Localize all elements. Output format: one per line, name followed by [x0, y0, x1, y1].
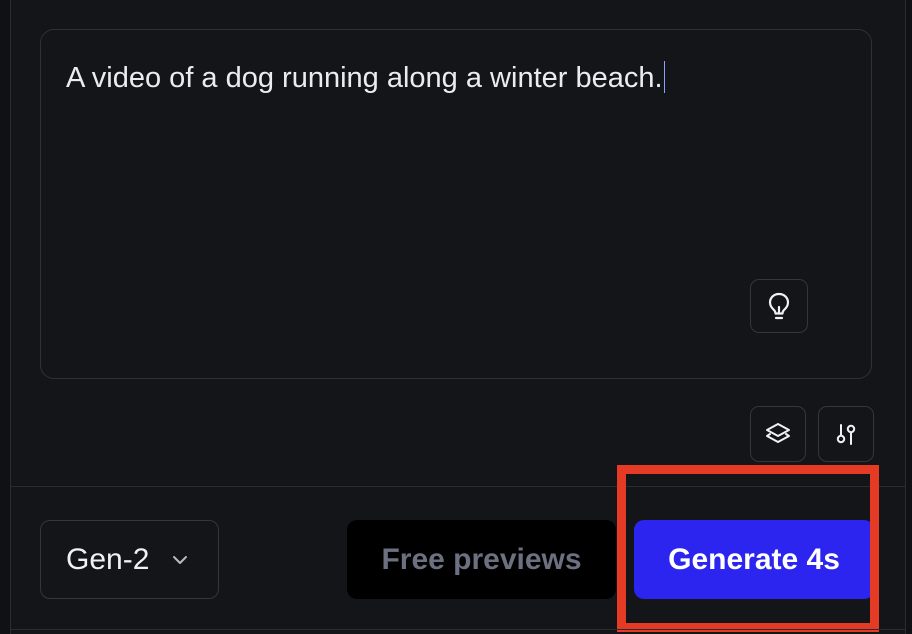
prompt-text: A video of a dog running along a winter … — [66, 62, 663, 94]
chevron-down-icon — [171, 554, 189, 566]
settings-sliders-icon — [832, 420, 860, 448]
settings-button[interactable] — [818, 406, 874, 462]
model-select[interactable]: Gen-2 — [40, 520, 219, 599]
text-caret — [663, 61, 666, 93]
free-previews-button[interactable]: Free previews — [347, 520, 616, 599]
model-label: Gen-2 — [66, 542, 150, 576]
bottom-divider — [10, 629, 906, 630]
highlight-outline — [617, 465, 879, 632]
prompt-text-wrapper: A video of a dog running along a winter … — [66, 60, 666, 96]
free-previews-label: Free previews — [381, 542, 582, 576]
left-panel-edge — [0, 0, 11, 634]
prompt-textarea[interactable]: A video of a dog running along a winter … — [40, 29, 872, 379]
prompt-tips-button[interactable] — [750, 279, 808, 333]
right-panel-edge — [905, 0, 912, 634]
lightbulb-icon — [766, 291, 792, 321]
generation-panel: A video of a dog running along a winter … — [0, 0, 912, 634]
layers-button[interactable] — [750, 406, 806, 462]
layers-icon — [764, 420, 792, 448]
